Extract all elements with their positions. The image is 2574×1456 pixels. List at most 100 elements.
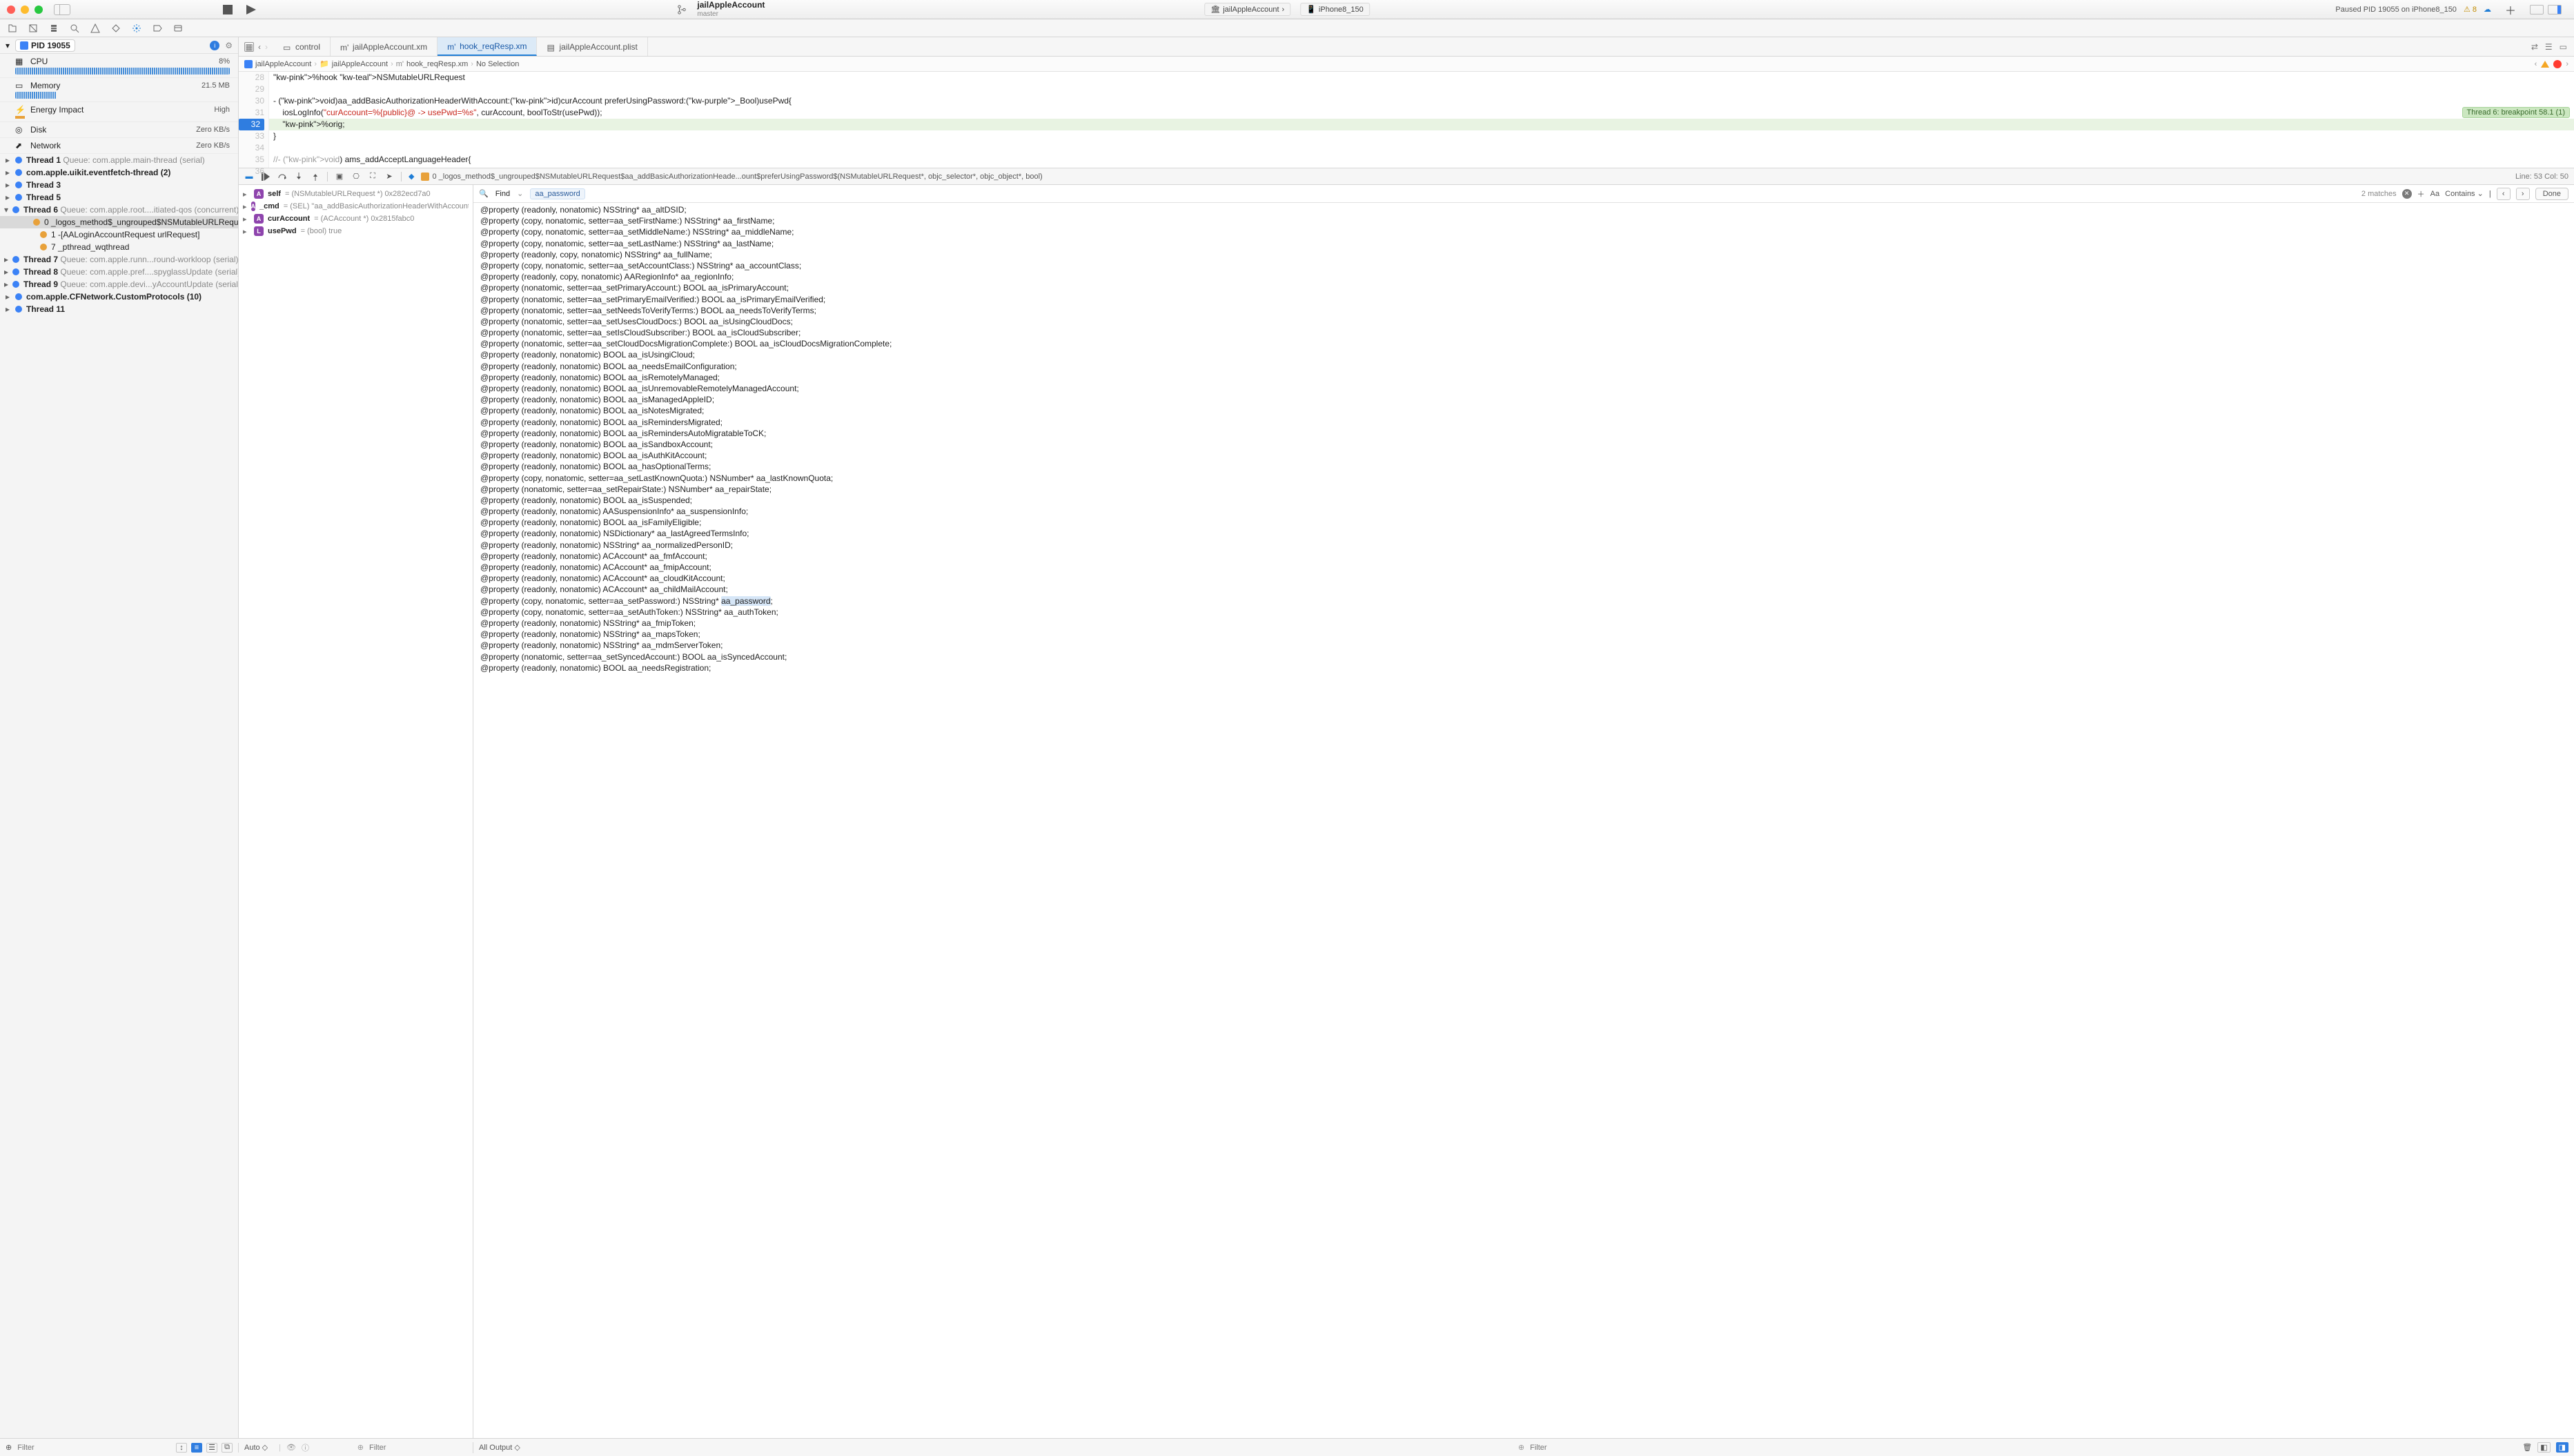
find-navigator-icon[interactable]	[69, 23, 80, 34]
thread-row[interactable]: ▸Thread 11	[0, 303, 238, 315]
find-mode-selector[interactable]: Contains ⌄	[2445, 189, 2484, 198]
zoom-window-button[interactable]	[35, 6, 43, 14]
warnings-button[interactable]: ⚠ 8	[2464, 5, 2477, 14]
disk-metric[interactable]: ◎ Disk Zero KB/s	[0, 122, 238, 138]
console-pane-left-toggle[interactable]: ◧	[2537, 1442, 2550, 1453]
find-menu-chevron[interactable]: ⌄	[517, 189, 523, 198]
variable-row[interactable]: ▸A_cmd = (SEL) "aa_addBasicAuthorization…	[243, 200, 469, 213]
filter-toggle-4[interactable]: ⧉	[222, 1443, 233, 1453]
console-output[interactable]: @property (readonly, nonatomic) NSString…	[473, 203, 2574, 1438]
stack-frame-row[interactable]: 1 -[AALoginAccountRequest urlRequest]	[0, 228, 238, 241]
add-editor-icon[interactable]: ▭	[2560, 42, 2567, 52]
add-find-button[interactable]: ＋	[2417, 188, 2425, 199]
code-lines[interactable]: "kw-pink">%hook "kw-teal">NSMutableURLRe…	[269, 72, 2574, 168]
filter-toggle-2[interactable]: ≡	[191, 1443, 202, 1453]
done-button[interactable]: Done	[2535, 188, 2568, 200]
line-gutter[interactable]: 282930313233343536	[239, 72, 269, 168]
cpu-metric[interactable]: ▦ CPU 8%	[0, 54, 238, 78]
step-over-icon[interactable]	[277, 172, 287, 181]
run-button[interactable]	[246, 4, 257, 15]
filter-toggle-1[interactable]: ↕	[176, 1443, 187, 1453]
info-icon[interactable]: ⓘ	[302, 1442, 309, 1453]
prev-issue-icon[interactable]: ‹	[2535, 60, 2537, 68]
crumb-3[interactable]: hook_reqResp.xm	[406, 60, 468, 68]
step-into-icon[interactable]	[294, 172, 304, 181]
minimize-window-button[interactable]	[21, 6, 29, 14]
stack-frame-selector[interactable]: 0 _logos_method$_ungrouped$NSMutableURLR…	[421, 173, 2501, 181]
thread-row[interactable]: ▸com.apple.CFNetwork.CustomProtocols (10…	[0, 291, 238, 303]
library-toggle[interactable]	[2530, 5, 2544, 14]
scheme-name[interactable]: jailAppleAccount master	[697, 1, 765, 17]
network-metric[interactable]: ⬈ Network Zero KB/s	[0, 138, 238, 154]
back-button[interactable]: ‹	[258, 42, 261, 52]
test-navigator-icon[interactable]	[110, 23, 121, 34]
case-sensitive-toggle[interactable]: Aa	[2430, 190, 2439, 198]
stack-frame-row[interactable]: 7 _pthread_wqthread	[0, 241, 238, 253]
thread-row[interactable]: ▸Thread 7 Queue: com.apple.runn...round-…	[0, 253, 238, 266]
editor-tab-control[interactable]: ▭control	[273, 37, 331, 56]
forward-button[interactable]: ›	[265, 42, 268, 52]
source-editor[interactable]: 282930313233343536 "kw-pink">%hook "kw-t…	[239, 72, 2574, 168]
view-debugger-icon[interactable]: ▣	[335, 172, 344, 181]
next-issue-icon[interactable]: ›	[2566, 60, 2568, 68]
editor-tab-xm2[interactable]: m'hook_reqResp.xm	[438, 37, 537, 56]
crumb-2[interactable]: jailAppleAccount	[332, 60, 388, 68]
warn-icon[interactable]	[2541, 61, 2549, 68]
environment-overrides-icon[interactable]: ⛶	[368, 172, 377, 181]
sidebar-toggle-button[interactable]	[54, 4, 70, 15]
memory-graph-icon[interactable]: ⎔	[351, 172, 361, 181]
variable-row[interactable]: ▸LusePwd = (bool) true	[243, 225, 469, 237]
navigator-filter-input[interactable]	[17, 1444, 170, 1452]
adjust-editor-icon[interactable]: ☰	[2545, 42, 2553, 52]
thread-row[interactable]: ▸Thread 3	[0, 179, 238, 191]
auto-scope-selector[interactable]: Auto ◇	[244, 1443, 268, 1452]
editor-tab-xm1[interactable]: m'jailAppleAccount.xm	[331, 37, 438, 56]
source-control-navigator-icon[interactable]	[28, 23, 39, 34]
cloud-status-icon[interactable]: ☁︎	[2484, 5, 2491, 14]
close-window-button[interactable]	[7, 6, 15, 14]
breakpoint-icon[interactable]: ◆	[409, 172, 414, 181]
energy-metric[interactable]: ⚡ Energy Impact High	[0, 102, 238, 122]
console-filter-input[interactable]	[1530, 1444, 2517, 1452]
issue-navigator-icon[interactable]	[90, 23, 101, 34]
output-selector[interactable]: All Output ◇	[479, 1443, 520, 1452]
thread-row[interactable]: ▸Thread 8 Queue: com.apple.pref....spygl…	[0, 266, 238, 278]
clear-console-button[interactable]: 🗑	[2522, 1443, 2532, 1453]
variables-filter-input[interactable]	[369, 1444, 467, 1452]
thread-row[interactable]: ▸com.apple.uikit.eventfetch-thread (2)	[0, 166, 238, 179]
device-selector[interactable]: 📱 iPhone8_150	[1300, 3, 1370, 16]
thread-row[interactable]: ▸Thread 9 Queue: com.apple.devi...yAccou…	[0, 278, 238, 291]
crumb-1[interactable]: jailAppleAccount	[255, 60, 311, 68]
clear-find-button[interactable]: ✕	[2402, 189, 2412, 199]
step-out-icon[interactable]	[311, 172, 320, 181]
jump-bar[interactable]: jailAppleAccount› 📁 jailAppleAccount› m'…	[239, 57, 2574, 72]
variables-view[interactable]: ▸Aself = (NSMutableURLRequest *) 0x282ec…	[239, 185, 473, 1438]
inspector-toggle[interactable]	[2548, 5, 2562, 14]
execution-marker[interactable]: Thread 6: breakpoint 58.1 (1)	[2462, 107, 2570, 118]
editor-tab-plist[interactable]: ▤jailAppleAccount.plist	[537, 37, 647, 56]
breakpoint-navigator-icon[interactable]	[152, 23, 163, 34]
memory-metric[interactable]: ▭ Memory 21.5 MB	[0, 78, 238, 102]
stop-button[interactable]	[222, 4, 233, 15]
code-review-icon[interactable]: ⇄	[2531, 42, 2538, 52]
related-items-icon[interactable]: ▦	[244, 42, 254, 52]
variable-row[interactable]: ▸Aself = (NSMutableURLRequest *) 0x282ec…	[243, 188, 469, 200]
symbol-navigator-icon[interactable]	[48, 23, 59, 34]
debug-navigator-icon[interactable]	[131, 23, 142, 34]
filter-toggle-3[interactable]: ☰	[206, 1443, 217, 1453]
next-match-button[interactable]: ›	[2516, 188, 2530, 200]
add-button[interactable]: ＋	[2505, 1, 2516, 18]
find-term-chip[interactable]: aa_password	[530, 188, 584, 199]
project-navigator-icon[interactable]	[7, 23, 18, 34]
gear-icon[interactable]: ⚙	[225, 41, 233, 50]
error-icon[interactable]	[2553, 60, 2562, 68]
thread-row[interactable]: ▾Thread 6 Queue: com.apple.root....itiat…	[0, 204, 238, 216]
prev-match-button[interactable]: ‹	[2497, 188, 2511, 200]
scheme-selector[interactable]: 🏛 jailAppleAccount ›	[1204, 3, 1290, 16]
thread-row[interactable]: ▸Thread 5	[0, 191, 238, 204]
variable-row[interactable]: ▸AcurAccount = (ACAccount *) 0x2815fabc0	[243, 213, 469, 225]
stack-frame-row[interactable]: 0 _logos_method$_ungrouped$NSMutableURLR…	[0, 216, 238, 228]
info-badge[interactable]: i	[210, 41, 219, 50]
location-icon[interactable]: ➤	[384, 172, 394, 181]
report-navigator-icon[interactable]	[173, 23, 184, 34]
